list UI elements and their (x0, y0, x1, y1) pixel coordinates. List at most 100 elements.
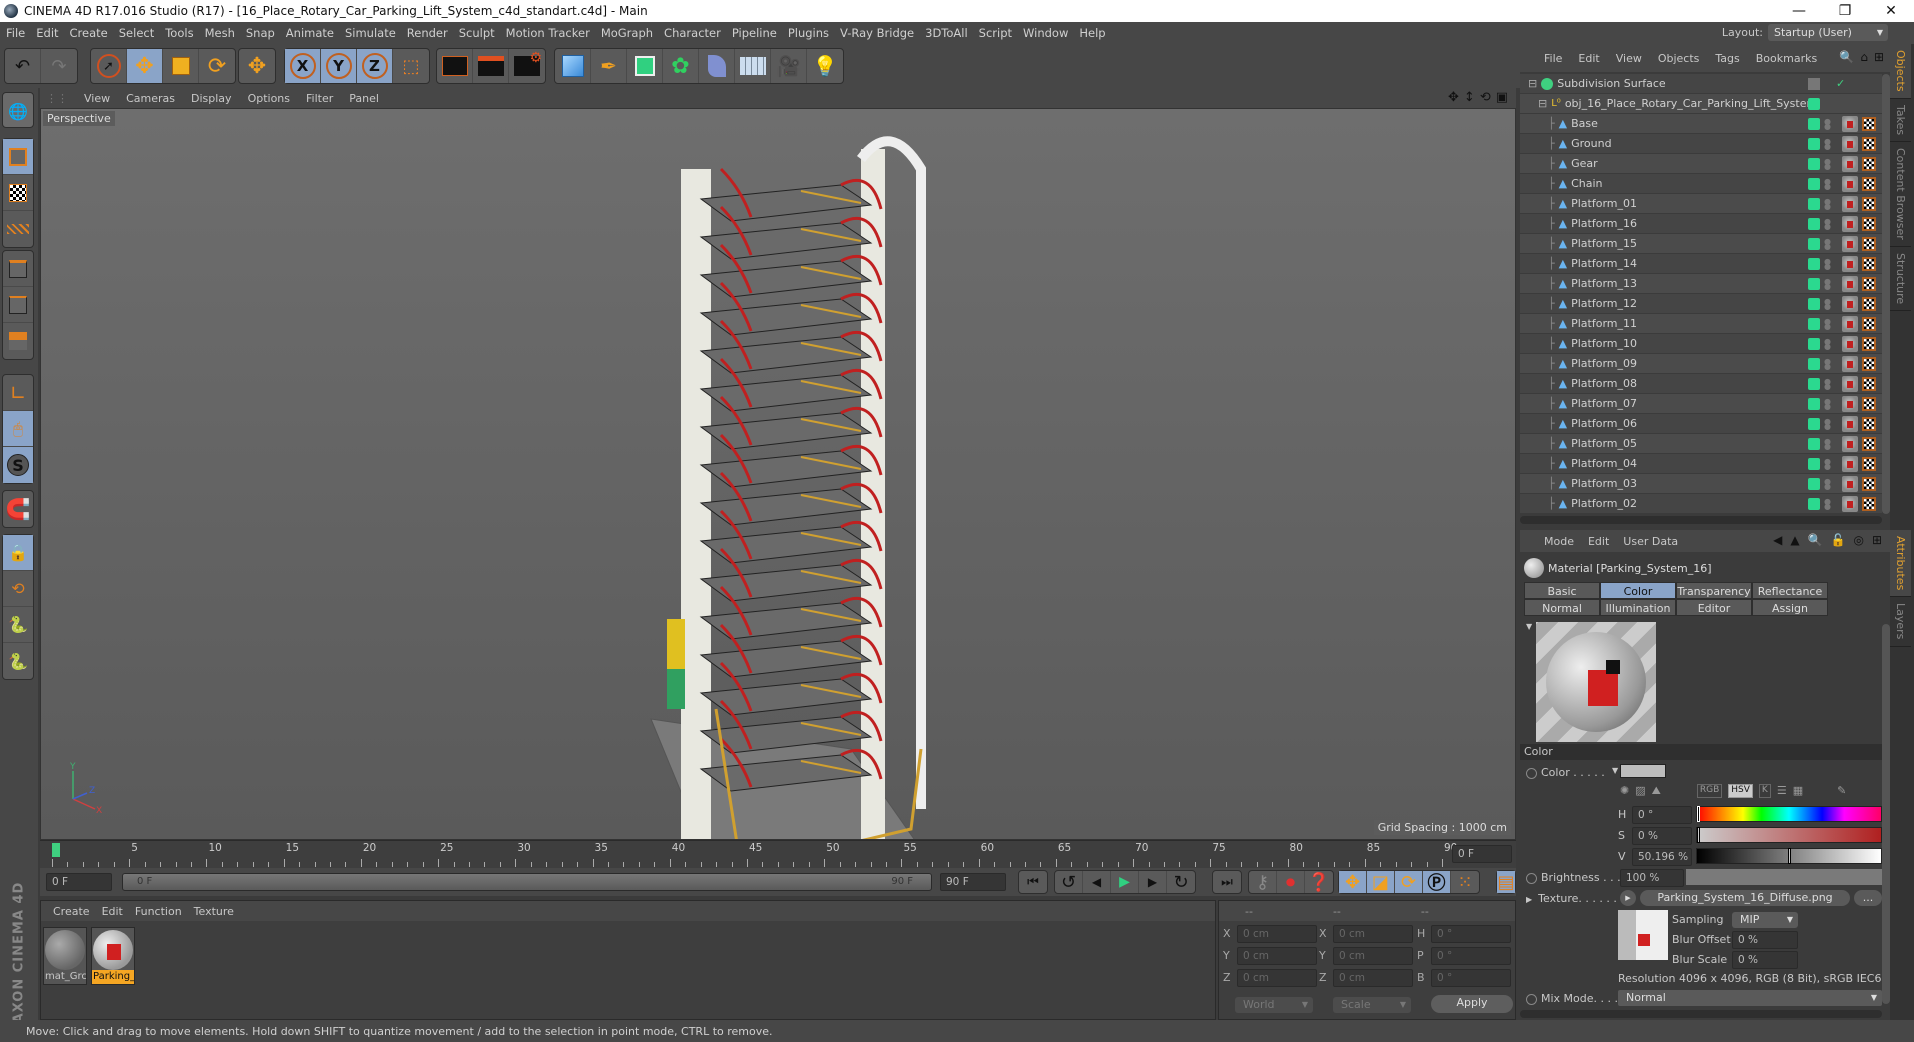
tab-basic[interactable]: Basic (1524, 582, 1600, 599)
texture-browse-button[interactable]: ... (1854, 890, 1882, 906)
material-tag-icon[interactable] (1842, 115, 1858, 132)
brightness-field[interactable]: 100 % (1620, 869, 1684, 887)
saturation-field[interactable]: 0 % (1632, 827, 1692, 845)
menu-motion-tracker[interactable]: Motion Tracker (506, 26, 590, 40)
material-tag-icon[interactable] (1842, 415, 1858, 432)
hsv-mode-button[interactable]: HSV (1728, 784, 1753, 798)
uvw-tag-icon[interactable] (1862, 456, 1876, 471)
y-axis-lock-button[interactable]: Y (321, 49, 357, 83)
make-editable-button[interactable]: 🌐 (3, 93, 33, 129)
size-y-field[interactable]: 0 cm (1333, 947, 1413, 965)
rotation-p-field[interactable]: 0 ° (1431, 947, 1511, 965)
saturation-slider[interactable] (1696, 827, 1882, 843)
object-row[interactable]: ├ ▲ Platform_15 ● ● (1520, 234, 1882, 254)
material-tag-icon[interactable] (1842, 295, 1858, 312)
menu-file[interactable]: File (6, 26, 25, 40)
render-dots-icon[interactable]: ● ● (1824, 177, 1831, 190)
render-dots-icon[interactable]: ● ● (1824, 377, 1831, 390)
autokey-button[interactable]: ❓ (1305, 871, 1333, 893)
tab-editor[interactable]: Editor (1676, 599, 1752, 616)
material-menu-function[interactable]: Function (135, 905, 182, 918)
menu-animate[interactable]: Animate (286, 26, 334, 40)
drag-handle-icon[interactable]: ⋮⋮ (46, 92, 68, 105)
prev-frame-button[interactable]: ◀ (1083, 871, 1111, 893)
menu-simulate[interactable]: Simulate (345, 26, 396, 40)
search-icon[interactable]: 🔍 (1839, 50, 1854, 64)
visibility-toggle[interactable] (1808, 177, 1820, 190)
live-selection-button[interactable]: ➚ (91, 49, 127, 83)
material-tag-icon[interactable] (1842, 335, 1858, 352)
visibility-toggle[interactable] (1808, 497, 1820, 510)
render-dots-icon[interactable]: ● ● (1824, 217, 1831, 230)
menu-script[interactable]: Script (979, 26, 1012, 40)
material-tag-icon[interactable] (1842, 455, 1858, 472)
timeline-playhead[interactable] (52, 843, 60, 857)
apply-button[interactable]: Apply (1431, 995, 1513, 1013)
side-tab-content-browser[interactable]: Content Browser (1890, 142, 1911, 247)
brightness-slider[interactable] (1686, 869, 1882, 885)
visibility-toggle[interactable] (1808, 217, 1820, 230)
toggle-layout-icon[interactable]: ▣ (1496, 90, 1508, 105)
position-z-field[interactable]: 0 cm (1237, 969, 1317, 987)
texture-file-button[interactable]: Parking_System_16_Diffuse.png (1640, 890, 1850, 906)
search-icon[interactable]: 🔍 (1808, 533, 1823, 547)
menu-pipeline[interactable]: Pipeline (732, 26, 777, 40)
key-parameter-button[interactable]: Ⓟ (1423, 871, 1451, 894)
render-dots-icon[interactable]: ● ● (1824, 157, 1831, 170)
render-dots-icon[interactable]: ● ● (1824, 357, 1831, 370)
workplane-mode-button[interactable] (3, 211, 33, 247)
object-row[interactable]: ├ ▲ Platform_04 ● ● (1520, 454, 1882, 474)
visibility-toggle[interactable] (1808, 197, 1820, 210)
z-axis-lock-button[interactable]: Z (357, 49, 393, 83)
object-row[interactable]: ├ ▲ Platform_03 ● ● (1520, 474, 1882, 494)
object-row-root[interactable]: ⊟ Subdivision Surface ✓ (1520, 74, 1882, 94)
material-mat-ground[interactable]: mat_Grc (43, 927, 87, 985)
size-x-field[interactable]: 0 cm (1333, 925, 1413, 943)
object-row[interactable]: ├ ▲ Platform_14 ● ● (1520, 254, 1882, 274)
uvw-tag-icon[interactable] (1862, 316, 1876, 331)
uvw-tag-icon[interactable] (1862, 116, 1876, 131)
range-slider[interactable]: 0 F 90 F (122, 873, 932, 891)
animate-radio[interactable] (1526, 767, 1537, 779)
target-icon[interactable]: ◎ (1853, 533, 1863, 547)
material-tag-icon[interactable] (1842, 215, 1858, 232)
object-row[interactable]: ├ ▲ Ground ● ● (1520, 134, 1882, 154)
menu-character[interactable]: Character (664, 26, 721, 40)
side-tab-layers[interactable]: Layers (1890, 597, 1911, 647)
menu-v-ray-bridge[interactable]: V-Ray Bridge (840, 26, 914, 40)
visibility-toggle[interactable] (1808, 377, 1820, 390)
attribute-vertical-scrollbar[interactable] (1882, 624, 1890, 1004)
coordinate-mode-dropdown[interactable]: Scale ▼ (1333, 997, 1411, 1013)
uvw-tag-icon[interactable] (1862, 256, 1876, 271)
minimize-button[interactable]: — (1776, 0, 1822, 22)
mix-mode-dropdown[interactable]: Normal ▼ (1618, 990, 1882, 1006)
visibility-toggle[interactable] (1808, 477, 1820, 490)
collapse-icon[interactable]: ⊟ (1528, 77, 1537, 90)
material-tag-icon[interactable] (1842, 355, 1858, 372)
object-row[interactable]: ├ ▲ Chain ● ● (1520, 174, 1882, 194)
object-menu-objects[interactable]: Objects (1658, 52, 1700, 65)
texture-mode-button[interactable] (3, 175, 33, 211)
magnet-button[interactable]: 🧲 (3, 491, 33, 527)
lock-icon[interactable]: 🔓 (1831, 533, 1846, 547)
uvw-tag-icon[interactable] (1862, 396, 1876, 411)
uvw-tag-icon[interactable] (1862, 356, 1876, 371)
attribute-menu-edit[interactable]: Edit (1588, 535, 1609, 548)
visibility-toggle[interactable] (1808, 157, 1820, 170)
uvw-tag-icon[interactable] (1862, 196, 1876, 211)
uvw-tag-icon[interactable] (1862, 496, 1876, 511)
menu-create[interactable]: Create (70, 26, 108, 40)
render-dots-icon[interactable]: ● ● (1824, 437, 1831, 450)
material-tag-icon[interactable] (1842, 155, 1858, 172)
model-mode-button[interactable] (3, 139, 33, 175)
viewport-menu-cameras[interactable]: Cameras (126, 92, 175, 105)
play-button[interactable]: ▶ (1111, 871, 1139, 893)
move-tool-button[interactable]: ✥ (127, 49, 163, 83)
workplane-rotate-button[interactable]: ⟲ (3, 571, 33, 607)
blur-scale-field[interactable]: 0 % (1732, 951, 1798, 969)
uvw-tag-icon[interactable] (1862, 176, 1876, 191)
uvw-tag-icon[interactable] (1862, 476, 1876, 491)
viewport-menu-panel[interactable]: Panel (349, 92, 379, 105)
menu-window[interactable]: Window (1023, 26, 1068, 40)
material-menu-edit[interactable]: Edit (102, 905, 123, 918)
